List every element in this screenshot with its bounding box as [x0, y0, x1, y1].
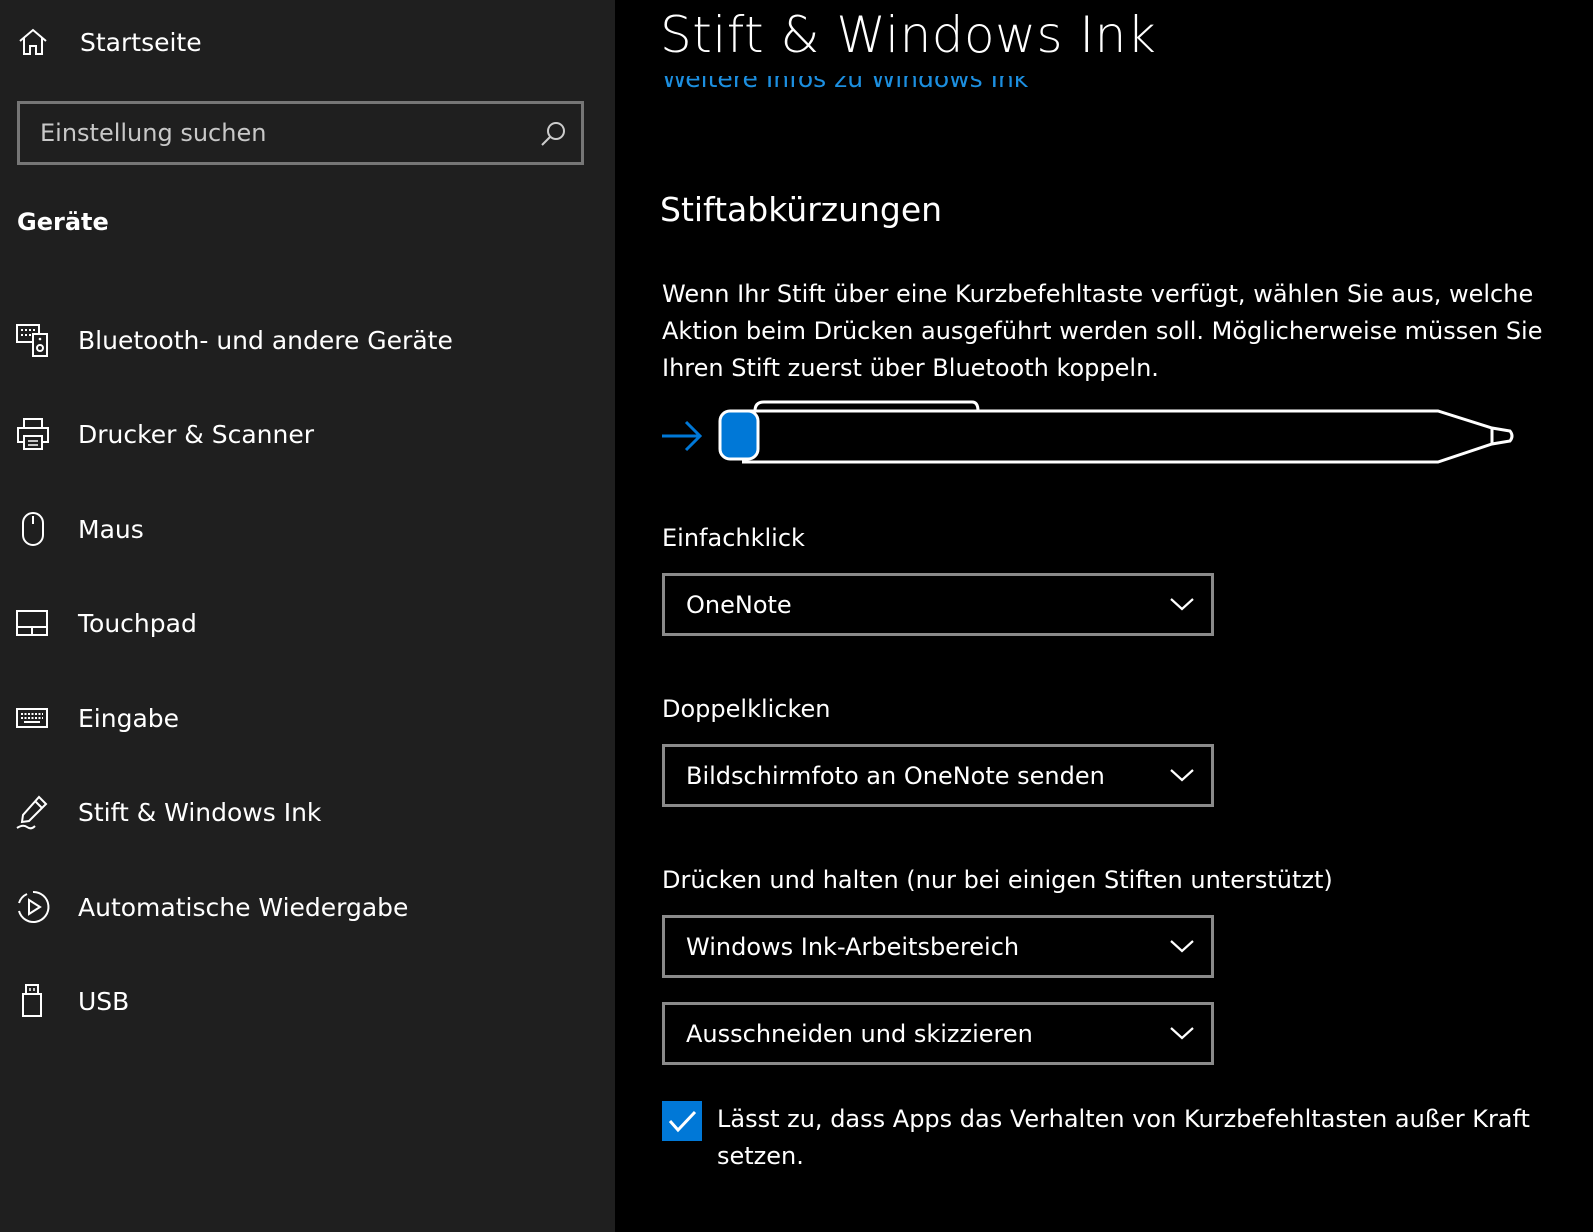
bluetooth-devices-icon	[16, 324, 48, 357]
sidebar-item-label: Touchpad	[78, 608, 197, 638]
autoplay-icon	[18, 890, 50, 923]
usb-icon	[22, 984, 42, 1017]
search-box[interactable]	[17, 101, 584, 165]
description-text: Wenn Ihr Stift über eine Kurzbefehltaste…	[662, 280, 1543, 382]
pen-icon	[16, 795, 48, 830]
chevron-down-icon	[1170, 940, 1194, 953]
override-checkbox[interactable]	[662, 1101, 702, 1141]
pen-illustration	[662, 400, 1514, 464]
dropdown-value: Windows Ink-Arbeitsbereich	[686, 933, 1020, 961]
chevron-down-icon	[1170, 1027, 1194, 1040]
keyboard-icon	[16, 708, 48, 728]
home-nav-item[interactable]: Startseite	[17, 22, 597, 62]
press-hold-dropdown[interactable]: Windows Ink-Arbeitsbereich	[662, 915, 1214, 978]
section-heading: Stiftabkürzungen	[660, 190, 943, 229]
chevron-down-icon	[1170, 769, 1194, 782]
learn-more-link[interactable]: Weitere Infos zu Windows Ink	[662, 76, 1028, 93]
home-label: Startseite	[80, 27, 202, 57]
press-hold-label: Drücken und halten (nur bei einigen Stif…	[662, 866, 1333, 894]
main-content: Stift & Windows Ink Weitere Infos zu Win…	[615, 0, 1593, 1232]
sidebar-item-autoplay[interactable]: Automatische Wiedergabe	[0, 872, 615, 942]
sidebar-item-label: Eingabe	[78, 703, 180, 733]
press-hold-app-dropdown[interactable]: Ausschneiden und skizzieren	[662, 1002, 1214, 1065]
sidebar-item-label: Drucker & Scanner	[78, 419, 315, 449]
search-input[interactable]	[20, 104, 581, 162]
printer-icon	[17, 418, 49, 450]
sidebar-item-label: Stift & Windows Ink	[78, 797, 322, 827]
double-click-dropdown[interactable]: Bildschirmfoto an OneNote senden	[662, 744, 1214, 807]
search-icon[interactable]	[539, 120, 567, 148]
section-title: Geräte	[17, 208, 109, 236]
chevron-down-icon	[1170, 598, 1194, 611]
dropdown-value: OneNote	[686, 591, 792, 619]
sidebar-item-label: USB	[78, 986, 130, 1016]
sidebar-item-label: Automatische Wiedergabe	[78, 892, 409, 922]
home-icon	[19, 28, 47, 55]
sidebar-item-input[interactable]: Eingabe	[0, 683, 615, 753]
sidebar-item-mouse[interactable]: Maus	[0, 494, 615, 564]
sidebar: Startseite Geräte Bluetooth- und andere …	[0, 0, 615, 1232]
sidebar-item-bluetooth[interactable]: Bluetooth- und andere Geräte	[0, 305, 615, 375]
sidebar-item-label: Bluetooth- und andere Geräte	[78, 325, 453, 355]
page-title: Stift & Windows Ink	[660, 6, 1157, 64]
learn-more-link-container: Weitere Infos zu Windows Ink	[660, 76, 1160, 102]
mouse-icon	[22, 512, 44, 546]
dropdown-value: Bildschirmfoto an OneNote senden	[686, 762, 1105, 790]
double-click-label: Doppelklicken	[662, 695, 831, 723]
single-click-label: Einfachklick	[662, 524, 805, 552]
single-click-dropdown[interactable]: OneNote	[662, 573, 1214, 636]
sidebar-item-printer[interactable]: Drucker & Scanner	[0, 399, 615, 469]
sidebar-item-label: Maus	[78, 514, 144, 544]
sidebar-item-touchpad[interactable]: Touchpad	[0, 588, 615, 658]
sidebar-item-usb[interactable]: USB	[0, 966, 615, 1036]
arrow-right-icon	[662, 420, 703, 452]
dropdown-value: Ausschneiden und skizzieren	[686, 1020, 1033, 1048]
checkbox-label: Lässt zu, dass Apps das Verhalten von Ku…	[717, 1105, 1530, 1170]
sidebar-item-pen[interactable]: Stift & Windows Ink	[0, 777, 615, 847]
touchpad-icon	[16, 610, 48, 636]
checkmark-icon	[668, 1110, 697, 1133]
